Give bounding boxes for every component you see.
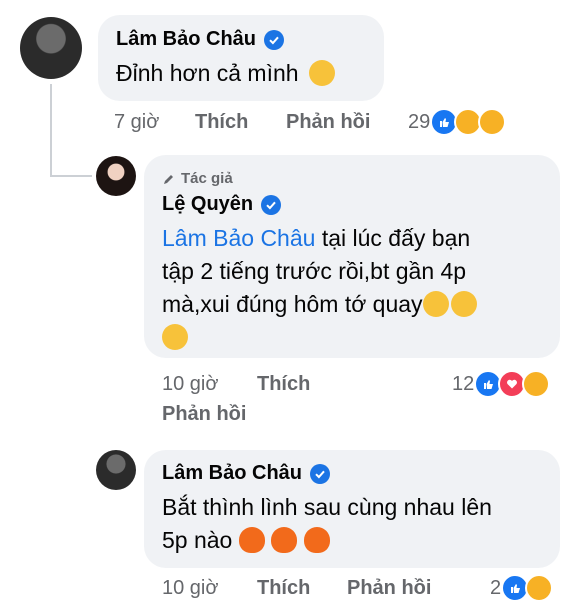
verified-badge-icon — [310, 463, 331, 484]
mention-link[interactable]: Lâm Bảo Châu — [162, 225, 315, 251]
comment-author[interactable]: Lâm Bảo Châu — [116, 28, 285, 51]
reply-button[interactable]: Phản hồi — [286, 111, 370, 134]
fire-emoji-icon — [238, 527, 265, 553]
like-button[interactable]: Thích — [257, 373, 310, 396]
comment-time[interactable]: 10 giờ — [162, 373, 218, 396]
thread-line — [52, 175, 92, 177]
reply-button[interactable]: Phản hồi — [347, 577, 431, 600]
fire-emoji-icon — [303, 527, 330, 553]
reply-button[interactable]: Phản hồi — [162, 403, 246, 426]
reaction-summary[interactable]: 2 — [490, 574, 554, 602]
verified-badge-icon — [264, 29, 285, 50]
like-button[interactable]: Thích — [257, 577, 310, 600]
like-button[interactable]: Thích — [195, 111, 248, 134]
comment-text: Đỉnh hơn cả mình — [116, 57, 335, 90]
comment-time[interactable]: 10 giờ — [162, 577, 218, 600]
comment-time[interactable]: 7 giờ — [114, 111, 159, 134]
comment-author[interactable]: Lâm Bảo Châu — [162, 462, 331, 485]
comment-text: Lâm Bảo Châu tại lúc đấy bạn tập 2 tiếng… — [162, 222, 542, 354]
grin-emoji-icon — [450, 291, 477, 317]
reaction-count: 2 — [490, 576, 502, 599]
reaction-count: 12 — [452, 372, 475, 395]
care-icon — [525, 574, 554, 602]
care-icon — [478, 108, 507, 136]
fire-emoji-icon — [271, 527, 298, 553]
comment-author[interactable]: Lệ Quyên — [162, 193, 282, 216]
author-tag: Tác giả — [162, 170, 233, 187]
reaction-summary[interactable]: 29 — [408, 108, 507, 136]
grin-emoji-icon — [162, 324, 188, 350]
avatar[interactable] — [96, 156, 136, 196]
haha-icon — [522, 370, 551, 398]
comment-text: Bắt thình lình sau cùng nhau lên 5p nào — [162, 494, 492, 553]
reaction-summary[interactable]: 12 — [452, 370, 551, 398]
pencil-icon — [164, 174, 173, 184]
avatar[interactable] — [96, 450, 136, 490]
verified-badge-icon — [261, 194, 282, 215]
reaction-count: 29 — [408, 110, 431, 133]
cry-laugh-emoji-icon — [308, 60, 335, 86]
grin-emoji-icon — [422, 291, 449, 317]
avatar[interactable] — [20, 17, 82, 79]
thread-line — [50, 84, 52, 177]
